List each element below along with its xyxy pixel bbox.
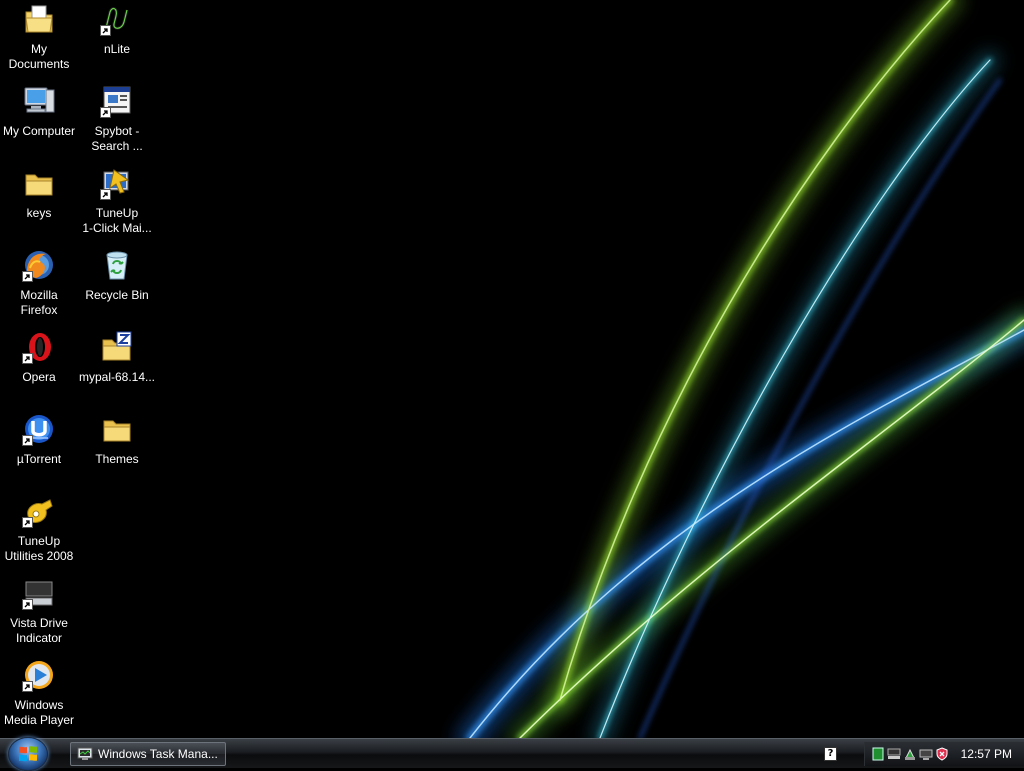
- recycle-bin-icon: [100, 248, 134, 282]
- firefox-icon: [22, 248, 56, 282]
- desktop-icon-mypal[interactable]: mypal-68.14...: [78, 328, 156, 406]
- icon-label: Windows Media Player: [3, 698, 75, 727]
- desktop-icon-tuneup-1-click[interactable]: TuneUp 1-Click Mai...: [78, 164, 156, 242]
- desktop-icon-my-documents[interactable]: My Documents: [0, 0, 78, 78]
- system-tray: 12:57 PM: [864, 742, 1024, 766]
- drive-indicator-icon: [22, 576, 56, 610]
- shortcut-arrow-icon: [22, 271, 33, 282]
- tuneup-utilities-icon: [22, 494, 56, 528]
- desktop-icon-nlite[interactable]: nLite: [78, 0, 156, 78]
- network-icon[interactable]: [903, 747, 917, 761]
- folder-icon: [100, 412, 134, 446]
- icon-label: TuneUp 1-Click Mai...: [82, 206, 152, 235]
- desktop-icon-tuneup-utilities-2008[interactable]: TuneUp Utilities 2008: [0, 492, 78, 570]
- tuneup-1click-icon: [100, 166, 134, 200]
- spybot-icon: [100, 84, 134, 118]
- clock[interactable]: 12:57 PM: [961, 747, 1012, 761]
- media-player-icon: [22, 658, 56, 692]
- shortcut-arrow-icon: [22, 599, 33, 610]
- icon-label: TuneUp Utilities 2008: [4, 534, 74, 563]
- shortcut-arrow-icon: [22, 681, 33, 692]
- taskbar-button-label: Windows Task Mana...: [98, 747, 218, 761]
- desktop-icon-my-computer[interactable]: My Computer: [0, 82, 78, 160]
- icon-label: My Documents: [8, 42, 70, 71]
- shortcut-arrow-icon: [22, 435, 33, 446]
- icon-label: mypal-68.14...: [78, 370, 156, 384]
- drive-indicator-tray-icon[interactable]: [887, 747, 901, 761]
- icon-label: µTorrent: [16, 452, 62, 466]
- my-computer-icon: [22, 84, 56, 118]
- icon-label: Spybot - Search ...: [91, 124, 143, 153]
- opera-icon: [22, 330, 56, 364]
- nlite-icon: [100, 2, 134, 36]
- security-shield-icon[interactable]: [935, 747, 949, 761]
- desktop-icon-utorrent[interactable]: µTorrent: [0, 410, 78, 488]
- taskbar-button-task-manager[interactable]: Windows Task Mana...: [70, 742, 226, 766]
- folder-icon: [22, 166, 56, 200]
- monitor-icon[interactable]: [919, 747, 933, 761]
- utorrent-icon: [22, 412, 56, 446]
- shortcut-arrow-icon: [100, 25, 111, 36]
- icon-label: Mozilla Firefox: [20, 288, 58, 317]
- desktop-icon-vista-drive-indicator[interactable]: Vista Drive Indicator: [0, 574, 78, 652]
- zip-folder-icon: [100, 330, 134, 364]
- desktop-icon-keys[interactable]: keys: [0, 164, 78, 242]
- desktop: My Documents My Computer keys Mozilla Fi…: [0, 0, 1024, 738]
- windows-logo-icon: [19, 746, 37, 762]
- icon-label: Opera: [22, 370, 56, 384]
- icon-label: Recycle Bin: [85, 288, 149, 302]
- green-square-icon[interactable]: [871, 747, 885, 761]
- shortcut-arrow-icon: [100, 107, 111, 118]
- desktop-icon-recycle-bin[interactable]: Recycle Bin: [78, 246, 156, 324]
- help-icon[interactable]: ?: [824, 747, 837, 761]
- desktop-icon-mozilla-firefox[interactable]: Mozilla Firefox: [0, 246, 78, 324]
- icon-label: nLite: [103, 42, 131, 56]
- shortcut-arrow-icon: [100, 189, 111, 200]
- desktop-icon-spybot[interactable]: Spybot - Search ...: [78, 82, 156, 160]
- icon-label: My Computer: [2, 124, 76, 138]
- icon-label: Themes: [95, 452, 139, 466]
- desktop-icon-windows-media-player[interactable]: Windows Media Player: [0, 656, 78, 734]
- shortcut-arrow-icon: [22, 353, 33, 364]
- desktop-icon-opera[interactable]: Opera: [0, 328, 78, 406]
- task-manager-icon: [77, 747, 93, 760]
- start-button[interactable]: [8, 737, 48, 771]
- shortcut-arrow-icon: [22, 517, 33, 528]
- desktop-icon-themes[interactable]: Themes: [78, 410, 156, 488]
- my-documents-icon: [22, 2, 56, 36]
- icon-label: Vista Drive Indicator: [10, 616, 68, 645]
- taskbar: Windows Task Mana... ? 12:57 PM: [0, 737, 1024, 771]
- icon-label: keys: [26, 206, 52, 220]
